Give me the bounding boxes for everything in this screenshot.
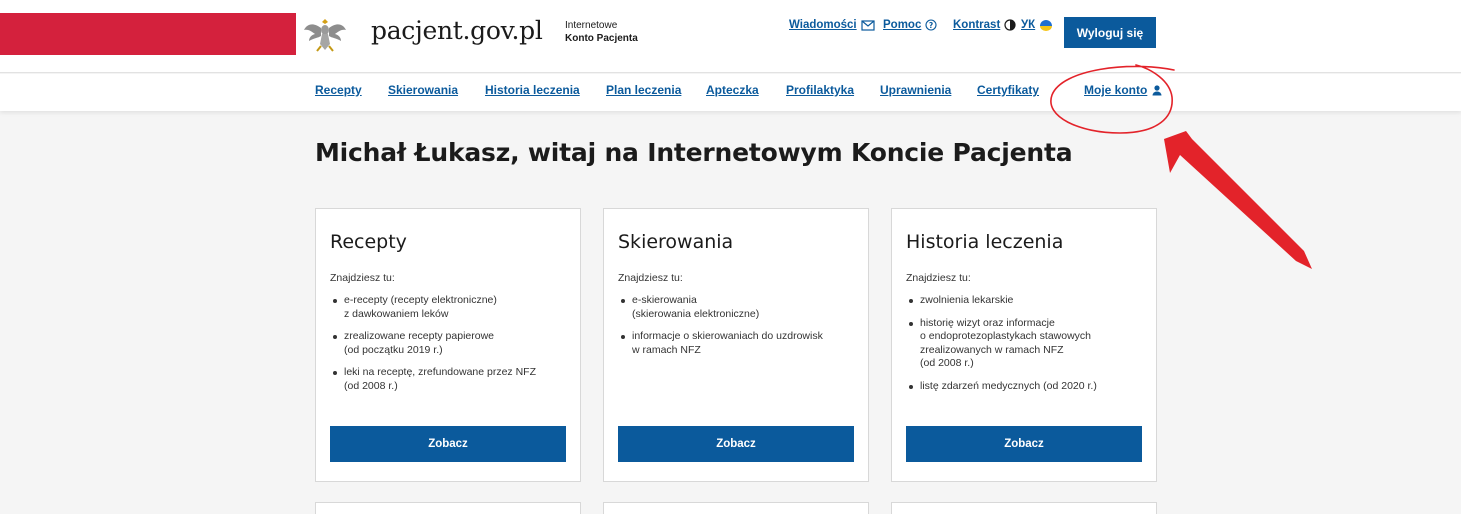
- question-circle-icon: ?: [925, 19, 937, 31]
- language-link-label: УК: [1021, 19, 1036, 31]
- nav-item-apteczka[interactable]: Apteczka: [706, 83, 759, 97]
- nav-item-uprawnienia[interactable]: Uprawnienia: [880, 83, 951, 97]
- card-skierowania: Skierowania Znajdziesz tu: e-skierowania…: [603, 208, 869, 482]
- messages-link-label: Wiadomości: [789, 19, 857, 31]
- nav-item-moje-konto-label: Moje konto: [1084, 83, 1148, 97]
- language-link[interactable]: УК: [1021, 19, 1053, 31]
- nav-item-profilaktyka[interactable]: Profilaktyka: [786, 83, 854, 97]
- historia-zobacz-button[interactable]: Zobacz: [906, 426, 1142, 462]
- help-link[interactable]: Pomoc ?: [883, 19, 937, 31]
- flag-red-band: [0, 13, 296, 55]
- card-title: Skierowania: [618, 231, 734, 253]
- help-link-label: Pomoc: [883, 19, 922, 31]
- card-recepty: Recepty Znajdziesz tu: e-recepty (recept…: [315, 208, 581, 482]
- ukraine-flag-icon: [1040, 20, 1053, 31]
- messages-link[interactable]: Wiadomości: [789, 19, 875, 31]
- card-item-list: e-skierowania (skierowania elektroniczne…: [618, 294, 858, 366]
- contrast-link-label: Kontrast: [953, 19, 1001, 31]
- card-stub-left: [315, 502, 581, 514]
- nav-item-recepty[interactable]: Recepty: [315, 83, 362, 97]
- main-nav: Recepty Skierowania Historia leczenia Pl…: [0, 74, 1461, 111]
- card-title: Recepty: [330, 231, 407, 253]
- nav-item-certyfikaty[interactable]: Certyfikaty: [977, 83, 1039, 97]
- list-item: e-recepty (recepty elektroniczne) z dawk…: [330, 294, 570, 321]
- card-intro: Znajdziesz tu:: [330, 272, 395, 284]
- list-item: zrealizowane recepty papierowe (od począ…: [330, 330, 570, 357]
- page-title: Michał Łukasz, witaj na Internetowym Kon…: [315, 138, 1073, 167]
- polish-eagle-emblem-icon: [304, 19, 346, 52]
- list-item: listę zdarzeń medycznych (od 2020 r.): [906, 380, 1146, 394]
- list-item: historię wizyt oraz informacje o endopro…: [906, 317, 1146, 371]
- card-stub-middle: [603, 502, 869, 514]
- list-item: informacje o skierowaniach do uzdrowisk …: [618, 330, 858, 357]
- list-item: zwolnienia lekarskie: [906, 294, 1146, 308]
- site-brand[interactable]: pacjent.gov.pl: [371, 16, 543, 45]
- skierowania-zobacz-button[interactable]: Zobacz: [618, 426, 854, 462]
- card-historia-leczenia: Historia leczenia Znajdziesz tu: zwolnie…: [891, 208, 1157, 482]
- contrast-icon: [1004, 19, 1016, 31]
- card-title: Historia leczenia: [906, 231, 1064, 253]
- nav-item-skierowania[interactable]: Skierowania: [388, 83, 458, 97]
- nav-item-moje-konto[interactable]: Moje konto: [1084, 83, 1163, 97]
- card-item-list: e-recepty (recepty elektroniczne) z dawk…: [330, 294, 570, 402]
- card-item-list: zwolnienia lekarskie historię wizyt oraz…: [906, 294, 1146, 402]
- service-name-line2: Konto Pacjenta: [565, 33, 638, 44]
- logout-button[interactable]: Wyloguj się: [1064, 17, 1156, 48]
- service-name: Internetowe Konto Pacjenta: [565, 19, 638, 45]
- recepty-zobacz-button[interactable]: Zobacz: [330, 426, 566, 462]
- card-intro: Znajdziesz tu:: [906, 272, 971, 284]
- card-stub-right: [891, 502, 1157, 514]
- nav-item-plan-leczenia[interactable]: Plan leczenia: [606, 83, 681, 97]
- user-icon: [1152, 85, 1162, 96]
- nav-item-historia-leczenia[interactable]: Historia leczenia: [485, 83, 580, 97]
- site-header: pacjent.gov.pl Internetowe Konto Pacjent…: [0, 0, 1461, 73]
- list-item: e-skierowania (skierowania elektroniczne…: [618, 294, 858, 321]
- svg-text:?: ?: [929, 21, 933, 30]
- list-item: leki na receptę, zrefundowane przez NFZ …: [330, 366, 570, 393]
- envelope-icon: [861, 19, 875, 31]
- service-name-line1: Internetowe: [565, 20, 618, 31]
- contrast-link[interactable]: Kontrast: [953, 19, 1016, 31]
- card-intro: Znajdziesz tu:: [618, 272, 683, 284]
